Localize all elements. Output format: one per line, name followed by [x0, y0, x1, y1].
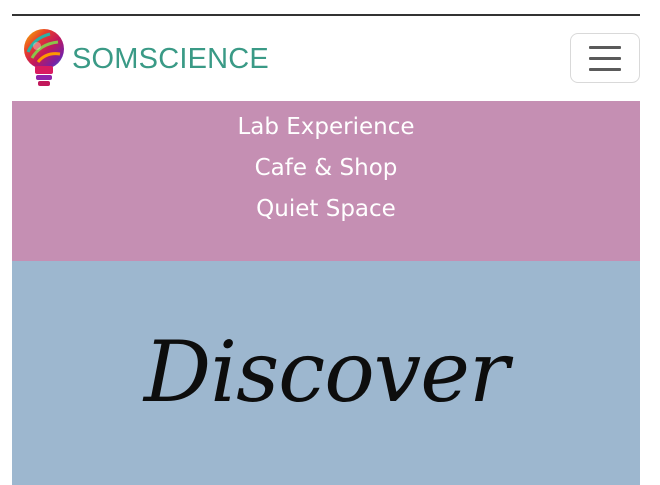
nav-link-quiet-space[interactable]: Quiet Space: [256, 196, 396, 222]
nav-menu: Lab Experience Cafe & Shop Quiet Space: [12, 101, 640, 261]
hamburger-menu-icon: [589, 45, 621, 49]
hamburger-menu-icon-line-3: [589, 67, 621, 71]
brand-name: SOMSCIENCE: [72, 42, 269, 75]
nav-item-quiet-space: Quiet Space: [12, 189, 640, 230]
nav-menu-list: Lab Experience Cafe & Shop Quiet Space: [12, 101, 640, 230]
nav-link-lab-experience[interactable]: Lab Experience: [237, 114, 414, 140]
hamburger-menu-icon-line-2: [589, 56, 621, 60]
navbar: SOMSCIENCE: [12, 16, 640, 101]
page-frame: SOMSCIENCE Lab Experience Cafe & Shop Qu…: [12, 14, 640, 485]
brand-link[interactable]: SOMSCIENCE: [20, 26, 269, 92]
navbar-toggle-button[interactable]: [570, 33, 640, 83]
nav-item-lab-experience: Lab Experience: [12, 107, 640, 148]
lightbulb-logo-icon: [24, 29, 64, 86]
nav-item-cafe-shop: Cafe & Shop: [12, 148, 640, 189]
nav-link-cafe-shop[interactable]: Cafe & Shop: [255, 155, 398, 181]
hero-title: Discover: [143, 323, 509, 421]
hero-section: Discover: [12, 261, 640, 485]
